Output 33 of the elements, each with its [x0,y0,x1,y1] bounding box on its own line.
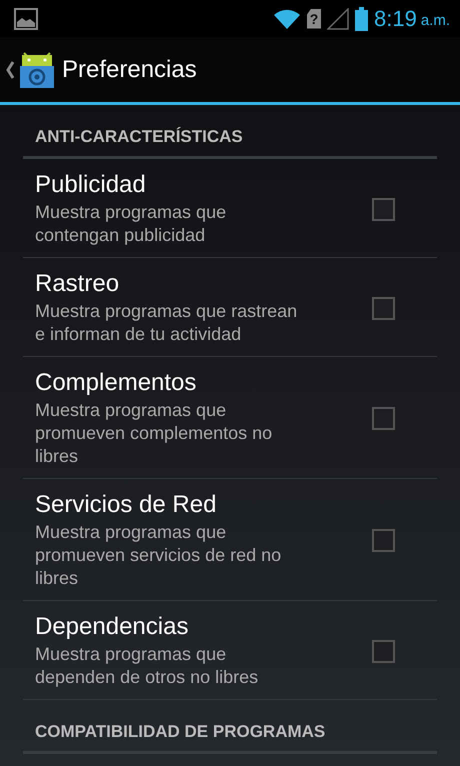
screen-title: Preferencias [62,56,197,84]
picture-icon [14,8,38,30]
preference-summary: Muestra programas que rastrean e informan de tu actividad [35,300,298,346]
checkbox[interactable] [372,529,395,552]
back-chevron-icon [6,60,14,78]
section-header: ANTI-CARACTERÍSTICAS [23,105,437,159]
preference-title: Dependencias [35,613,190,641]
checkbox[interactable] [372,198,395,220]
preference-summary: Muestra programas que promueven servicios de red no libres [35,521,282,590]
checkbox[interactable] [372,407,395,430]
wifi-icon [272,8,301,30]
preference-row[interactable]: Publicidad Muestra programas que contengan publicidad [23,159,437,258]
checkbox[interactable] [372,640,395,662]
preference-summary: Muestra programas que dependen de otros no libres [35,643,260,689]
signal-icon [326,8,349,30]
preference-title: Servicios de Red [35,491,218,519]
clock-period: a.m. [420,12,450,29]
up-button[interactable] [6,50,56,88]
preference-row[interactable]: Complementos Muestra programas que promueven complementos no libres [23,357,437,479]
preference-summary: Muestra programas que promueven complementos no libres [35,399,274,468]
clock-time: 8:19 [374,6,417,32]
app-icon [18,50,56,88]
sim-card-icon: ? [306,8,321,28]
preference-row[interactable]: Rastreo Muestra programas que rastrean e informan de tu actividad [23,258,437,357]
preference-summary: Muestra programas que contengan publicidad [35,201,228,247]
preference-title: Publicidad [35,171,147,199]
battery-icon [354,6,368,30]
checkbox[interactable] [372,296,395,320]
preference-row[interactable]: Dependencias Muestra programas que dependen de otros no libres [23,601,437,700]
preference-row[interactable]: Servicios de Red Muestra programas que promueven servicios de red no libres [23,479,437,601]
preference-title: Rastreo [35,270,120,298]
preference-title: Complementos [35,369,198,397]
section-header: COMPATIBILIDAD DE PROGRAMAS [23,700,437,754]
